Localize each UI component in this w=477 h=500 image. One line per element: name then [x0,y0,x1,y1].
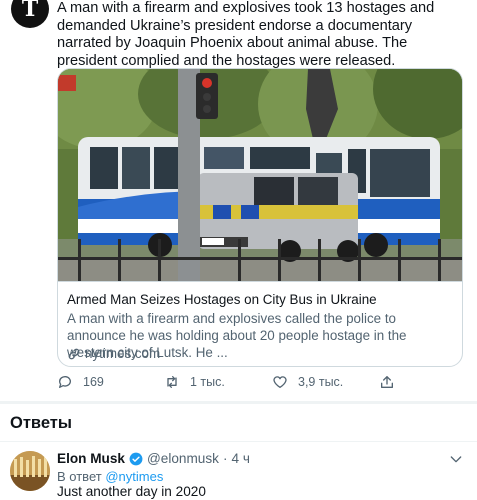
reply-author-name[interactable]: Elon Musk [57,451,125,466]
avatar[interactable] [10,451,50,491]
card-title: Armed Man Seizes Hostages on City Bus in… [67,292,377,307]
link-icon [68,348,80,359]
retweet-icon [167,376,177,388]
like-count: 3,9 тыс. [298,375,344,389]
card-meta: Armed Man Seizes Hostages on City Bus in… [58,281,462,366]
nyt-avatar[interactable]: T [11,0,49,28]
retweet-count: 1 тыс. [190,375,225,389]
heading-divider [0,441,477,442]
reply-text: Just another day in 2020 [57,484,206,499]
card-domain: nytimes.com [67,346,160,361]
reply-timestamp[interactable]: 4 ч [232,451,250,466]
section-divider [0,401,477,404]
reply-icon [59,376,71,388]
reply-to-mention[interactable]: @nytimes [105,469,163,484]
reply-header: Elon Musk @elonmusk · 4 ч [57,451,250,466]
separator-dot: · [222,451,228,466]
tweet-text: A man with a firearm and explosives took… [57,0,435,69]
nyt-logo: T [21,0,39,22]
heart-icon [273,376,287,388]
replies-heading: Ответы [10,414,72,432]
reply-context: В ответ @nytimes [57,469,163,484]
reply-count: 169 [83,375,104,389]
share-button[interactable] [379,374,395,390]
verified-badge-icon [129,452,143,465]
like-button[interactable]: 3,9 тыс. [272,374,343,390]
avatar-image [10,451,50,491]
tweet-actions: 169 1 тыс. 3,9 тыс. [57,374,461,392]
share-icon [381,376,393,388]
reply-button[interactable]: 169 [57,374,104,390]
more-options-icon[interactable] [448,451,464,467]
reply-to-prefix: В ответ [57,469,102,484]
card-domain-text: nytimes.com [85,346,161,361]
card-photo [58,69,462,281]
reply-author-handle[interactable]: @elonmusk [147,451,219,466]
link-card[interactable]: Armed Man Seizes Hostages on City Bus in… [57,68,463,367]
retweet-button[interactable]: 1 тыс. [164,374,225,390]
